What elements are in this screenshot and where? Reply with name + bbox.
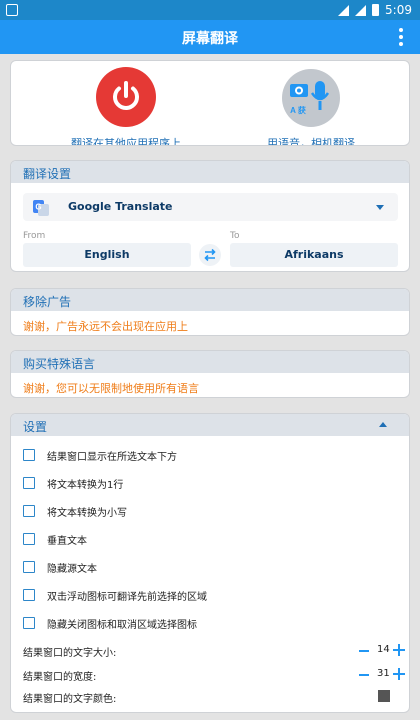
remove-ads-header: 移除广告	[11, 289, 409, 311]
font-size-value: 14	[377, 644, 390, 655]
source-language-button[interactable]: English	[23, 243, 191, 267]
target-language-button[interactable]: Afrikaans	[230, 243, 398, 267]
window-width-label: 结果窗口的宽度:	[23, 672, 97, 683]
font-size-row: 结果窗口的文字大小: 14	[23, 642, 405, 660]
text-color-label: 结果窗口的文字颜色:	[23, 694, 117, 705]
option-label: 双击浮动图标可翻译先前选择的区域	[47, 591, 207, 603]
translation-settings-card: 翻译设置 G Google Translate From To English …	[10, 160, 410, 272]
clock: 5:09	[385, 3, 412, 17]
engine-select[interactable]: G Google Translate	[23, 193, 398, 221]
voice-camera-translate-button[interactable]: A 获 用语音，相机翻译	[241, 69, 381, 146]
google-translate-icon: G	[33, 200, 49, 216]
translate-other-apps-button[interactable]: 翻译在其他应用程序上	[56, 67, 196, 146]
buy-languages-header: 购买特殊语言	[11, 351, 409, 373]
minus-icon[interactable]	[359, 674, 369, 676]
checkbox[interactable]	[23, 477, 35, 489]
camera-mic-icon: A 获	[282, 69, 340, 127]
checkbox[interactable]	[23, 449, 35, 461]
text-color-row: 结果窗口的文字颜色:	[23, 688, 399, 706]
cam-letters: A 获	[290, 105, 306, 115]
window-width-row: 结果窗口的宽度: 31	[23, 666, 405, 684]
option-label: 将文本转换为1行	[47, 479, 124, 491]
app-bar: 屏幕翻译	[0, 20, 420, 54]
plus-icon[interactable]	[393, 668, 405, 680]
option-vertical-text[interactable]: 垂直文本	[23, 530, 87, 548]
color-swatch[interactable]	[378, 690, 390, 702]
buy-languages-card[interactable]: 购买特殊语言 谢谢，您可以无限制地使用所有语言	[10, 350, 410, 398]
to-label: To	[230, 231, 240, 241]
settings-title: 设置	[23, 420, 48, 434]
remove-ads-card[interactable]: 移除广告 谢谢，广告永远不会出现在应用上	[10, 288, 410, 336]
engine-name: Google Translate	[68, 200, 173, 213]
settings-header[interactable]: 设置	[11, 414, 409, 436]
checkbox[interactable]	[23, 533, 35, 545]
option-label: 垂直文本	[47, 535, 87, 547]
option-label: 隐藏源文本	[47, 563, 97, 575]
battery-icon	[372, 4, 380, 16]
svg-text:G: G	[35, 203, 41, 212]
minus-icon[interactable]	[359, 650, 369, 652]
window-width-value: 31	[377, 668, 390, 679]
swap-languages-icon[interactable]	[199, 244, 221, 266]
font-size-label: 结果窗口的文字大小:	[23, 648, 117, 659]
settings-card: 设置 结果窗口显示在所选文本下方 将文本转换为1行 将文本转换为小写 垂直文本 …	[10, 413, 410, 713]
option-result-below[interactable]: 结果窗口显示在所选文本下方	[23, 446, 177, 464]
power-icon	[96, 67, 156, 127]
buy-languages-note: 谢谢，您可以无限制地使用所有语言	[23, 382, 199, 395]
option-lowercase[interactable]: 将文本转换为小写	[23, 502, 127, 520]
chevron-up-icon[interactable]	[379, 422, 387, 427]
app-title: 屏幕翻译	[182, 31, 238, 47]
system-icons: 5:09	[338, 3, 412, 17]
status-bar: 5:09	[0, 0, 420, 20]
translate-other-apps-label: 翻译在其他应用程序上	[71, 137, 181, 146]
option-label: 将文本转换为小写	[47, 507, 127, 519]
checkbox[interactable]	[23, 561, 35, 573]
from-label: From	[23, 231, 46, 241]
option-hide-source[interactable]: 隐藏源文本	[23, 558, 97, 576]
checkbox[interactable]	[23, 617, 35, 629]
cellular-icon	[355, 4, 367, 16]
signal-icon	[338, 4, 350, 16]
voice-camera-label: 用语音，相机翻译	[267, 137, 355, 146]
plus-icon[interactable]	[393, 644, 405, 656]
more-options-icon[interactable]	[392, 25, 410, 49]
option-double-tap[interactable]: 双击浮动图标可翻译先前选择的区域	[23, 586, 207, 604]
checkbox[interactable]	[23, 505, 35, 517]
option-one-line[interactable]: 将文本转换为1行	[23, 474, 123, 492]
quick-actions-card: 翻译在其他应用程序上 A 获 用语音，相机翻译	[10, 60, 410, 146]
checkbox[interactable]	[23, 589, 35, 601]
option-label: 结果窗口显示在所选文本下方	[47, 451, 177, 463]
notification-app-icon	[6, 4, 18, 16]
translation-settings-header: 翻译设置	[11, 161, 409, 183]
chevron-down-icon	[376, 205, 384, 210]
option-label: 隐藏关闭图标和取消区域选择图标	[47, 619, 197, 631]
option-hide-close-icon[interactable]: 隐藏关闭图标和取消区域选择图标	[23, 614, 197, 632]
remove-ads-note: 谢谢，广告永远不会出现在应用上	[23, 320, 188, 333]
